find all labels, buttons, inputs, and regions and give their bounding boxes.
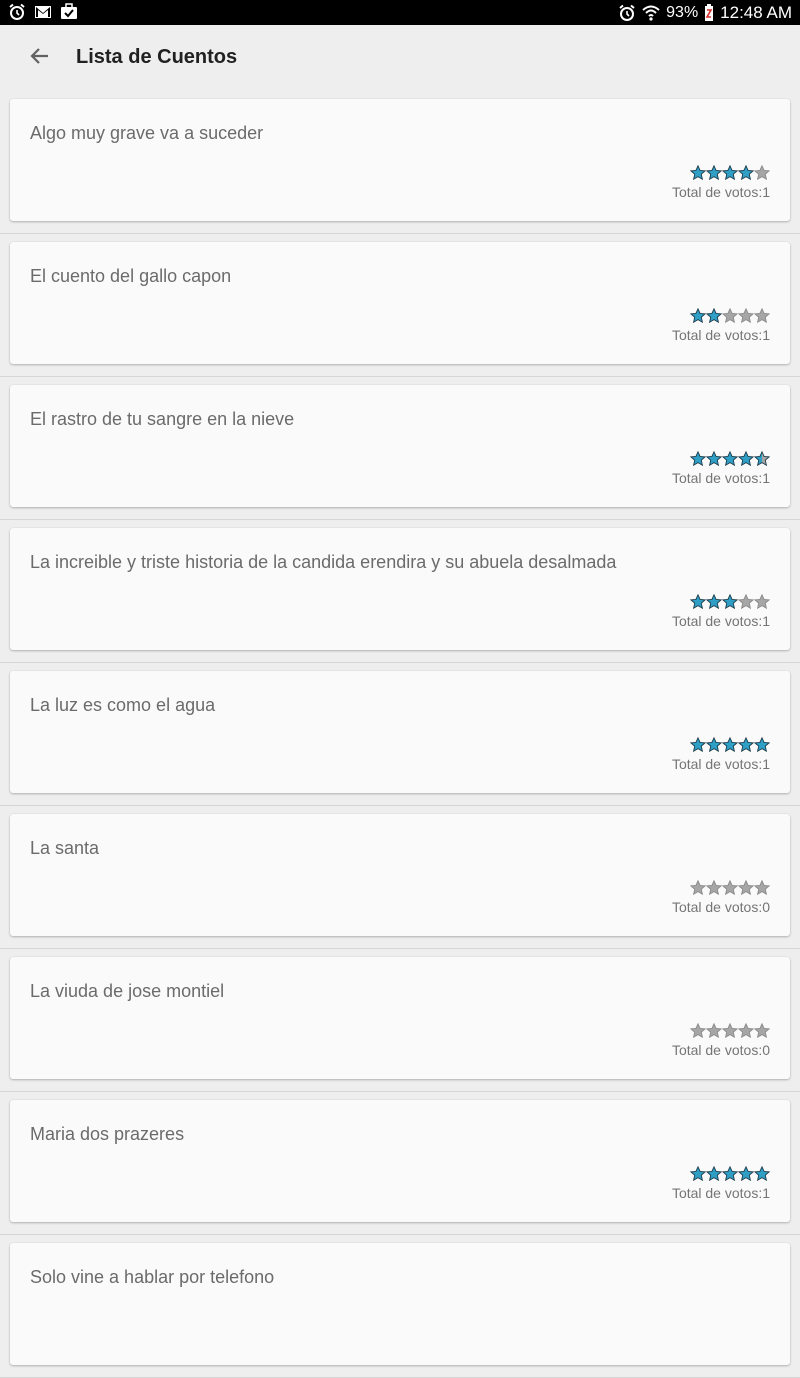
star-icon xyxy=(754,737,770,753)
story-card[interactable]: Maria dos prazeres Total de votos:1 xyxy=(10,1100,790,1222)
star-icon xyxy=(738,165,754,181)
rating-bar xyxy=(690,308,770,324)
rating-bar xyxy=(690,451,770,467)
star-icon xyxy=(754,451,770,467)
app-bar: Lista de Cuentos xyxy=(0,25,800,91)
votes-count: Total de votos:1 xyxy=(671,470,770,486)
rating-bar xyxy=(690,165,770,181)
story-title: Algo muy grave va a suceder xyxy=(30,123,264,143)
star-icon xyxy=(738,1023,754,1039)
story-card[interactable]: La viuda de jose montiel Total de votos:0 xyxy=(10,957,790,1079)
star-icon xyxy=(706,1023,722,1039)
star-icon xyxy=(754,594,770,610)
list-item: La luz es como el agua Total de votos:1 xyxy=(0,663,800,806)
star-icon xyxy=(706,737,722,753)
wifi-icon xyxy=(642,5,660,21)
star-icon xyxy=(706,880,722,896)
star-icon xyxy=(738,1166,754,1182)
list-item: Solo vine a hablar por telefono xyxy=(0,1235,800,1378)
star-icon xyxy=(690,1166,706,1182)
story-title: El cuento del gallo capon xyxy=(30,266,232,286)
story-card[interactable]: La luz es como el agua Total de votos:1 xyxy=(10,671,790,793)
star-icon xyxy=(738,594,754,610)
story-title: La viuda de jose montiel xyxy=(30,981,225,1001)
star-icon xyxy=(690,594,706,610)
star-icon xyxy=(706,594,722,610)
alarm-icon xyxy=(9,3,25,20)
list-item: La increible y triste historia de la can… xyxy=(0,520,800,663)
arrow-back-icon[interactable] xyxy=(24,40,56,72)
star-icon xyxy=(690,308,706,324)
star-icon xyxy=(754,165,770,181)
star-icon xyxy=(706,165,722,181)
list-item: La santa Total de votos:0 xyxy=(0,806,800,949)
rating-bar xyxy=(690,1166,770,1182)
star-icon xyxy=(754,880,770,896)
story-list[interactable]: Algo muy grave va a suceder Total de voto… xyxy=(0,91,800,1378)
star-icon xyxy=(722,594,738,610)
votes-count: Total de votos:1 xyxy=(671,1185,770,1201)
star-icon xyxy=(690,165,706,181)
story-title: La increible y triste historia de la can… xyxy=(30,552,617,572)
story-card[interactable]: Solo vine a hablar por telefono xyxy=(10,1243,790,1365)
votes-count: Total de votos:0 xyxy=(671,899,770,915)
rating-bar xyxy=(690,880,770,896)
star-icon xyxy=(738,451,754,467)
battery-percent: 93% xyxy=(666,3,699,21)
rating-bar xyxy=(690,737,770,753)
star-icon xyxy=(706,308,722,324)
battery-icon xyxy=(705,3,714,21)
star-icon xyxy=(754,308,770,324)
notification-icons xyxy=(8,3,78,21)
rating-bar xyxy=(690,1023,770,1039)
star-icon xyxy=(738,880,754,896)
list-item: El rastro de tu sangre en la nieve Total … xyxy=(0,377,800,520)
clock: 12:48 AM xyxy=(720,2,792,22)
star-icon xyxy=(722,880,738,896)
story-card[interactable]: La santa Total de votos:0 xyxy=(10,814,790,936)
story-title: Maria dos prazeres xyxy=(30,1124,185,1144)
votes-count: Total de votos:1 xyxy=(671,756,770,772)
list-item: La viuda de jose montiel Total de votos:0 xyxy=(0,949,800,1092)
star-icon xyxy=(706,1166,722,1182)
list-item: El cuento del gallo capon Total de votos:… xyxy=(0,234,800,377)
votes-count: Total de votos:1 xyxy=(671,327,770,343)
star-icon xyxy=(690,1023,706,1039)
votes-count: Total de votos:1 xyxy=(671,184,770,200)
page-title: Lista de Cuentos xyxy=(76,46,238,68)
star-icon xyxy=(738,737,754,753)
star-icon xyxy=(722,737,738,753)
star-icon xyxy=(738,308,754,324)
story-card[interactable]: La increible y triste historia de la can… xyxy=(10,528,790,650)
story-card[interactable]: El rastro de tu sangre en la nieve Total … xyxy=(10,385,790,507)
votes-count: Total de votos:0 xyxy=(671,1042,770,1058)
task-icon xyxy=(61,3,77,19)
story-title: Solo vine a hablar por telefono xyxy=(30,1267,275,1287)
rating-bar xyxy=(690,594,770,610)
story-card[interactable]: El cuento del gallo capon Total de votos:… xyxy=(10,242,790,364)
list-item: Maria dos prazeres Total de votos:1 xyxy=(0,1092,800,1235)
alarm-icon xyxy=(619,4,635,21)
story-title: La santa xyxy=(30,838,100,858)
list-item: Algo muy grave va a suceder Total de voto… xyxy=(0,91,800,234)
status-bar: 93% 12:48 AM xyxy=(0,0,800,25)
star-icon xyxy=(722,1023,738,1039)
star-icon xyxy=(722,165,738,181)
star-icon xyxy=(690,737,706,753)
star-icon xyxy=(722,1166,738,1182)
star-icon xyxy=(690,880,706,896)
votes-count: Total de votos:1 xyxy=(671,613,770,629)
star-icon xyxy=(722,451,738,467)
star-icon xyxy=(690,451,706,467)
story-card[interactable]: Algo muy grave va a suceder Total de voto… xyxy=(10,99,790,221)
gmail-icon xyxy=(35,6,51,18)
star-icon xyxy=(706,451,722,467)
story-title: La luz es como el agua xyxy=(30,695,216,715)
system-icons: 93% 12:48 AM xyxy=(618,0,792,25)
story-title: El rastro de tu sangre en la nieve xyxy=(30,409,295,429)
star-icon xyxy=(722,308,738,324)
star-icon xyxy=(754,1023,770,1039)
star-icon xyxy=(754,1166,770,1182)
